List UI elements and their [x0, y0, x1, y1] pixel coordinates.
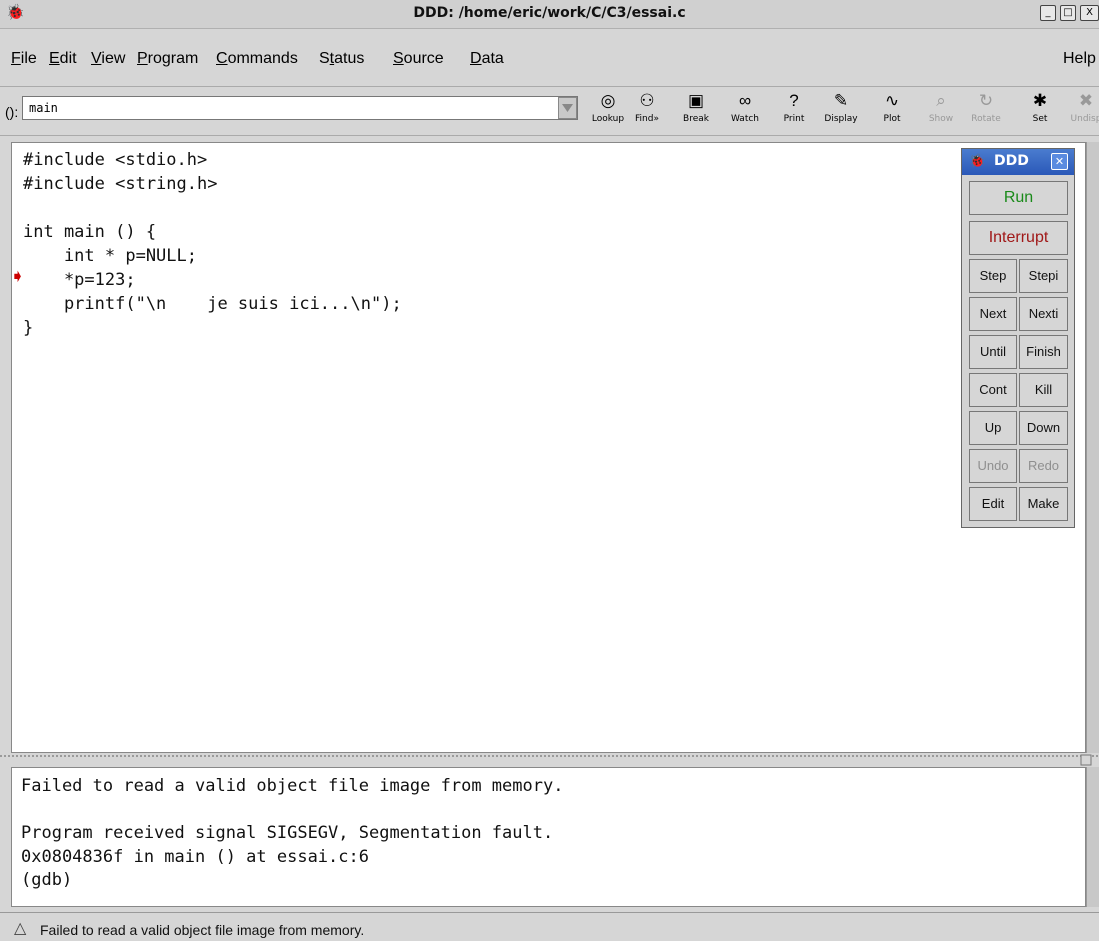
command-tool-close-icon[interactable]: ✕ — [1051, 153, 1068, 170]
source-line[interactable]: int * p=NULL; — [23, 246, 197, 266]
command-tool-title: DDD — [994, 153, 1029, 169]
source-line[interactable]: printf("\n je suis ici...\n"); — [23, 294, 402, 314]
menu-view[interactable]: View — [91, 50, 125, 68]
toolbar-find-button[interactable]: ⚇ Find» — [626, 90, 668, 130]
redo-button[interactable]: Redo — [1019, 449, 1068, 483]
toolbar-button-label: Find» — [635, 114, 659, 124]
toolbar-button-label: Lookup — [591, 114, 625, 124]
run-button[interactable]: Run — [969, 181, 1068, 215]
source-line[interactable]: } — [23, 318, 33, 338]
plot-icon: ∿ — [884, 91, 900, 110]
stepi-button[interactable]: Stepi — [1019, 259, 1068, 293]
argument-input[interactable]: main — [22, 96, 578, 120]
status-message: Failed to read a valid object file image… — [40, 922, 365, 938]
ddd-bug-icon: 🐞 — [969, 153, 986, 168]
glasses-icon: ∞ — [738, 91, 752, 110]
toolbar-button-label: Show — [928, 114, 954, 124]
display-icon: ✎ — [833, 91, 849, 110]
toolbar-undisp-button[interactable]: ✖ Undisp — [1065, 90, 1099, 130]
pane-sash[interactable] — [0, 753, 1099, 767]
menu-help[interactable]: Help — [1063, 50, 1096, 68]
console-line: Program received signal SIGSEGV, Segment… — [21, 823, 554, 843]
console-line: (gdb) — [21, 870, 73, 890]
warning-triangle-icon[interactable]: △ — [14, 918, 26, 938]
menu-status[interactable]: Status — [319, 50, 364, 68]
next-button[interactable]: Next — [969, 297, 1017, 331]
command-tool: 🐞 DDD ✕ Run Interrupt Step Stepi Next Nexti Un… — [961, 148, 1075, 528]
interrupt-button[interactable]: Interrupt — [969, 221, 1068, 255]
close-button[interactable]: X — [1080, 5, 1099, 21]
toolbar-lookup-button[interactable]: ◎ Lookup — [587, 90, 629, 130]
kill-button[interactable]: Kill — [1019, 373, 1068, 407]
undo-button[interactable]: Undo — [969, 449, 1017, 483]
lookup-icon: ◎ — [600, 91, 616, 110]
menu-source[interactable]: Source — [393, 50, 444, 68]
up-button[interactable]: Up — [969, 411, 1017, 445]
minimize-button[interactable]: _ — [1040, 5, 1056, 21]
step-button[interactable]: Step — [969, 259, 1017, 293]
source-line[interactable]: #include <string.h> — [23, 174, 217, 194]
toolbar-button-label: Undisp — [1070, 114, 1099, 124]
menu-data[interactable]: Data — [470, 50, 504, 68]
finish-button[interactable]: Finish — [1019, 335, 1068, 369]
source-window[interactable] — [11, 142, 1086, 753]
toolbar-button-label: Rotate — [971, 114, 1001, 124]
menu-file[interactable]: File — [11, 50, 37, 68]
source-scrollbar[interactable] — [1086, 142, 1099, 753]
source-line[interactable]: int main () { — [23, 222, 156, 242]
execution-position-arrow-icon: ➧ — [10, 266, 26, 286]
toolbar-break-button[interactable]: ▣ Break — [675, 90, 717, 130]
edit-button[interactable]: Edit — [969, 487, 1017, 521]
title-bar: 🐞 DDD: /home/eric/work/C/C3/essai.c _ □ … — [0, 0, 1099, 29]
set-icon: ✱ — [1032, 91, 1048, 110]
toolbar-button-label: Plot — [883, 114, 901, 124]
cont-button[interactable]: Cont — [969, 373, 1017, 407]
undisplay-icon: ✖ — [1078, 91, 1094, 110]
rotate-icon: ↻ — [978, 91, 994, 110]
menu-commands[interactable]: Commands — [216, 50, 298, 68]
toolbar-button-label: Set — [1032, 114, 1048, 124]
until-button[interactable]: Until — [969, 335, 1017, 369]
stop-icon: ▣ — [687, 91, 705, 110]
menu-edit[interactable]: Edit — [49, 50, 77, 68]
down-button[interactable]: Down — [1019, 411, 1068, 445]
console-line: Failed to read a valid object file image… — [21, 776, 564, 796]
toolbar-rotate-button[interactable]: ↻ Rotate — [965, 90, 1007, 130]
window-title: DDD: /home/eric/work/C/C3/essai.c — [413, 5, 686, 21]
binoculars-icon: ⚇ — [639, 91, 655, 110]
make-button[interactable]: Make — [1019, 487, 1068, 521]
toolbar-print-button[interactable]: ? Print — [773, 90, 815, 130]
source-line[interactable]: #include <stdio.h> — [23, 150, 207, 170]
menu-program[interactable]: Program — [137, 50, 198, 68]
toolbar-watch-button[interactable]: ∞ Watch — [724, 90, 766, 130]
command-tool-titlebar[interactable]: 🐞 DDD ✕ — [962, 149, 1074, 175]
nexti-button[interactable]: Nexti — [1019, 297, 1068, 331]
toolbar-button-label: Display — [824, 114, 858, 124]
toolbar-button-label: Break — [683, 114, 709, 124]
toolbar-set-button[interactable]: ✱ Set — [1019, 90, 1061, 130]
argument-history-dropdown-icon[interactable] — [558, 97, 577, 119]
toolbar-display-button[interactable]: ✎ Display — [820, 90, 862, 130]
magnifier-icon: ⌕ — [936, 91, 946, 110]
console-scrollbar[interactable] — [1086, 767, 1099, 907]
console-line: 0x0804836f in main () at essai.c:6 — [21, 846, 369, 867]
source-line[interactable]: *p=123; — [23, 270, 136, 290]
argument-label: (): — [5, 104, 19, 120]
maximize-button[interactable]: □ — [1060, 5, 1076, 21]
toolbar-button-label: Watch — [730, 114, 760, 124]
toolbar-show-button[interactable]: ⌕ Show — [920, 90, 962, 130]
question-icon: ? — [789, 91, 799, 110]
toolbar-plot-button[interactable]: ∿ Plot — [871, 90, 913, 130]
toolbar-button-label: Print — [783, 114, 805, 124]
